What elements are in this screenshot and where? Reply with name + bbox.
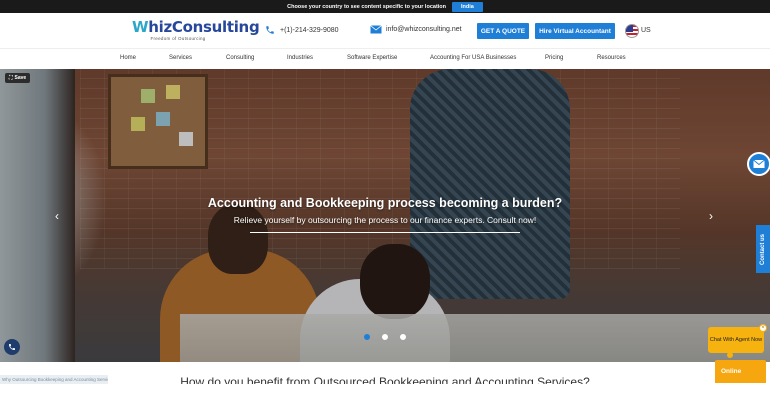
hero-subtitle: Relieve yourself by outsourcing the proc… [233, 215, 537, 225]
nav-accounting-usa[interactable]: Accounting For USA Businesses [430, 55, 516, 61]
phone-number: +(1)-214-329-9080 [280, 26, 339, 34]
email-address: info@whizconsulting.net [386, 26, 462, 33]
chat-bubble-tail [727, 352, 733, 358]
email-contact[interactable]: info@whizconsulting.net [370, 25, 462, 34]
nav-resources[interactable]: Resources [597, 55, 626, 61]
logo-wordmark: WhizConsulting [132, 18, 260, 36]
hero-title: Accounting and Bookkeeping process becom… [207, 196, 563, 210]
nav-pricing[interactable]: Pricing [545, 55, 563, 61]
country-india-button[interactable]: India [452, 1, 483, 12]
hero-divider [250, 232, 520, 233]
logo-tagline: Freedom of Outsourcing [150, 36, 206, 41]
slider-prev-arrow-icon[interactable]: ‹ [55, 209, 59, 223]
nav-services[interactable]: Services [169, 55, 192, 61]
nav-industries[interactable]: Industries [287, 55, 313, 61]
phone-icon [266, 26, 274, 34]
pin-icon: ⛶ [9, 75, 13, 81]
envelope-icon [753, 159, 765, 168]
save-button[interactable]: ⛶ Save [5, 73, 31, 83]
us-flag-icon[interactable] [625, 24, 639, 38]
get-a-quote-button[interactable]: GET A QUOTE [477, 23, 529, 39]
phone-icon [9, 344, 15, 350]
slider-dot-1[interactable] [364, 334, 370, 340]
slider-dot-2[interactable] [382, 334, 388, 340]
nav-consulting[interactable]: Consulting [226, 55, 254, 61]
contact-us-tab[interactable]: Contact us [756, 225, 770, 273]
region-label[interactable]: US [641, 27, 651, 34]
chat-prompt-bubble[interactable]: Chat With Agent Now [708, 327, 764, 353]
floating-phone-button[interactable] [4, 339, 20, 355]
phone-contact[interactable]: +(1)-214-329-9080 [265, 25, 339, 35]
slider-next-arrow-icon[interactable]: › [709, 209, 713, 223]
site-header: WhizConsulting Freedom of Outsourcing +(… [0, 13, 770, 47]
slider-dot-3[interactable] [400, 334, 406, 340]
hero-slider: ⛶ Save Accounting and Bookkeeping proces… [0, 69, 770, 362]
envelope-icon [370, 25, 382, 34]
nav-software-expertise[interactable]: Software Expertise [347, 55, 397, 61]
nav-home[interactable]: Home [120, 55, 136, 61]
chat-close-icon[interactable]: × [759, 324, 767, 332]
logo[interactable]: WhizConsulting Freedom of Outsourcing [132, 18, 260, 42]
chat-online-bar[interactable]: Online [715, 360, 766, 383]
save-label: Save [14, 75, 27, 81]
country-bar: Choose your country to see content speci… [0, 0, 770, 13]
main-nav: Home Services Consulting Industries Soft… [0, 48, 770, 68]
floating-mail-button[interactable] [747, 152, 770, 176]
hire-virtual-accountant-button[interactable]: Hire Virtual Accountant [535, 23, 615, 39]
content-section [0, 362, 770, 420]
country-bar-text: Choose your country to see content speci… [287, 3, 447, 10]
image-caption: Why Outsourcing Bookkeeping and Accounti… [0, 375, 108, 384]
section-heading: How do you benefit from Outsourced Bookk… [180, 375, 590, 384]
